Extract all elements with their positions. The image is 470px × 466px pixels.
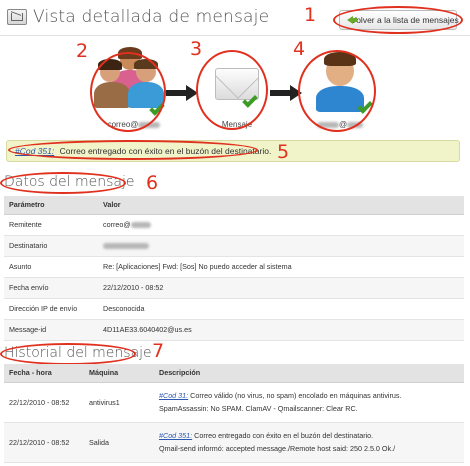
table-header-row: Parámetro Valor [4, 196, 464, 215]
table-row: Asunto Re: [Aplicaciones] Fwd: [Sos] No … [4, 256, 464, 278]
table-row: Dirección IP de envío Desconocida [4, 298, 464, 320]
table-row: Remitente correo@ [4, 214, 464, 236]
datos-table: Parámetro Valor Remitente correo@ Destin… [4, 196, 464, 341]
annotation-number: 6 [146, 172, 159, 194]
param-cell: Message-id [4, 319, 98, 341]
value-cell: 4D11AE33.6040402@us.es [98, 319, 464, 341]
arrow-right-icon [166, 85, 198, 101]
annotation-oval [90, 52, 166, 132]
annotation-oval [8, 140, 258, 160]
annotation-oval [333, 6, 463, 34]
param-cell: Asunto [4, 256, 98, 278]
column-header: Descripción [154, 364, 464, 383]
annotation-number: 2 [76, 40, 89, 62]
annotation-oval [298, 50, 376, 132]
annotation-number: 5 [277, 141, 290, 163]
value-cell [98, 235, 464, 257]
annotation-oval [0, 343, 136, 365]
message-view-icon [7, 9, 27, 25]
fecha-cell: 22/12/2010 - 08:52 [4, 422, 84, 463]
descripcion-cell: #Cod 31: Correo válido (no virus, no spa… [154, 382, 464, 423]
history-code-link[interactable]: #Cod 351: [159, 431, 192, 440]
maquina-cell: antivirus1 [84, 382, 154, 423]
value-cell: Desconocida [98, 298, 464, 320]
table-row: Fecha envío 22/12/2010 - 08:52 [4, 277, 464, 299]
historial-table: Fecha - hora Máquina Descripción 22/12/2… [4, 364, 464, 463]
column-header: Parámetro [4, 196, 98, 215]
column-header: Valor [98, 196, 464, 215]
table-row: 22/12/2010 - 08:52 Salida #Cod 351: Corr… [4, 422, 464, 463]
annotation-oval [196, 50, 268, 130]
param-cell: Fecha envío [4, 277, 98, 299]
descripcion-cell: #Cod 351: Correo entregado con éxito en … [154, 422, 464, 463]
value-cell: correo@ [98, 214, 464, 236]
value-cell: 22/12/2010 - 08:52 [98, 277, 464, 299]
history-code-link[interactable]: #Cod 31: [159, 391, 188, 400]
fecha-cell: 22/12/2010 - 08:52 [4, 382, 84, 423]
column-header: Máquina [84, 364, 154, 383]
annotation-number: 7 [152, 340, 165, 362]
param-cell: Destinatario [4, 235, 98, 257]
value-cell: Re: [Aplicaciones] Fwd: [Sos] No puedo a… [98, 256, 464, 278]
param-cell: Remitente [4, 214, 98, 236]
annotation-number: 1 [304, 4, 317, 26]
column-header: Fecha - hora [4, 364, 84, 383]
table-row: 22/12/2010 - 08:52 antivirus1 #Cod 31: C… [4, 382, 464, 423]
table-header-row: Fecha - hora Máquina Descripción [4, 364, 464, 383]
table-row: Destinatario [4, 235, 464, 257]
param-cell: Dirección IP de envío [4, 298, 98, 320]
table-row: Message-id 4D11AE33.6040402@us.es [4, 319, 464, 341]
page-title: Vista detallada de mensaje [33, 7, 270, 27]
maquina-cell: Salida [84, 422, 154, 463]
delivery-flow: 2 3 4 correo@ Mensaje @ [0, 38, 470, 138]
annotation-oval [0, 172, 126, 194]
